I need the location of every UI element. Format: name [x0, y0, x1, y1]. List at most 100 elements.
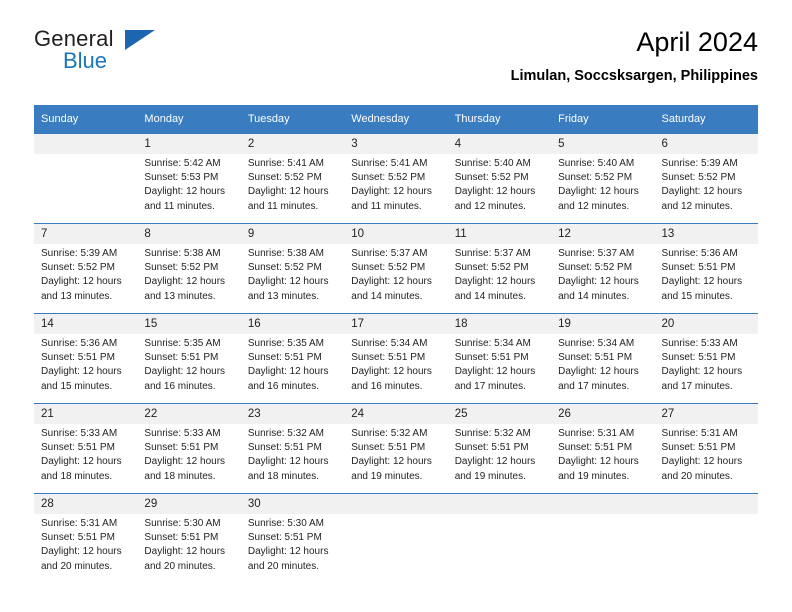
calendar-day-cell[interactable]: 16 Sunrise: 5:35 AM Sunset: 5:51 PM Dayligh… — [240, 313, 345, 404]
daylight-duration-line2: and 15 minutes. — [661, 290, 733, 302]
day-number — [34, 134, 138, 154]
calendar-day-cell[interactable]: 3 Sunrise: 5:41 AM Sunset: 5:52 PM Daylight… — [344, 133, 448, 224]
sunset-time: Sunset: 5:52 PM — [558, 172, 633, 184]
daylight-duration-line2: and 14 minutes. — [558, 290, 630, 302]
calendar-day-cell[interactable]: 19 Sunrise: 5:34 AM Sunset: 5:51 PM Dayligh… — [551, 313, 655, 404]
day-details: Sunrise: 5:36 AM Sunset: 5:51 PM Daylight:… — [34, 334, 137, 394]
day-number: 16 — [240, 314, 345, 334]
calendar-day-cell[interactable]: 5 Sunrise: 5:40 AM Sunset: 5:52 PM Daylight… — [551, 133, 655, 224]
calendar-day-cell[interactable]: 20 Sunrise: 5:33 AM Sunset: 5:51 PM Dayligh… — [654, 313, 758, 404]
calendar-empty-cell — [654, 493, 758, 583]
calendar-day-cell[interactable]: 27 Sunrise: 5:31 AM Sunset: 5:51 PM Dayligh… — [654, 403, 758, 494]
day-details: Sunrise: 5:30 AM Sunset: 5:51 PM Daylight:… — [137, 514, 240, 574]
sunrise-time: Sunrise: 5:32 AM — [454, 428, 531, 439]
daylight-duration-line2: and 13 minutes. — [41, 290, 113, 302]
sunset-time: Sunset: 5:51 PM — [351, 442, 426, 454]
sunrise-time: Sunrise: 5:39 AM — [661, 158, 738, 169]
daylight-duration-line2: and 12 minutes. — [558, 200, 630, 212]
calendar-day-cell[interactable]: 18 Sunrise: 5:34 AM Sunset: 5:51 PM Dayligh… — [447, 313, 552, 404]
calendar-day-cell[interactable]: 24 Sunrise: 5:32 AM Sunset: 5:51 PM Dayligh… — [344, 403, 448, 494]
daylight-duration-line1: Daylight: 12 hours — [144, 546, 226, 558]
daylight-duration-line1: Daylight: 12 hours — [454, 276, 536, 288]
sunset-time: Sunset: 5:51 PM — [454, 442, 529, 454]
day-number: 20 — [654, 314, 758, 334]
weekday-header-thursday: Thursday — [447, 105, 552, 134]
daylight-duration-line2: and 14 minutes. — [454, 290, 526, 302]
calendar-body: 1 Sunrise: 5:42 AM Sunset: 5:53 PM Daylight… — [34, 133, 758, 583]
daylight-duration-line1: Daylight: 12 hours — [144, 456, 226, 468]
calendar-day-cell[interactable]: 15 Sunrise: 5:35 AM Sunset: 5:51 PM Dayligh… — [137, 313, 241, 404]
sunset-time: Sunset: 5:51 PM — [247, 442, 322, 454]
day-details: Sunrise: 5:34 AM Sunset: 5:51 PM Daylight:… — [448, 334, 551, 394]
calendar-day-cell[interactable]: 30 Sunrise: 5:30 AM Sunset: 5:51 PM Dayligh… — [240, 493, 345, 583]
calendar-day-cell[interactable]: 22 Sunrise: 5:33 AM Sunset: 5:51 PM Dayligh… — [137, 403, 241, 494]
daylight-duration-line2: and 17 minutes. — [661, 380, 733, 392]
calendar-day-cell[interactable]: 17 Sunrise: 5:34 AM Sunset: 5:51 PM Dayligh… — [344, 313, 448, 404]
day-number: 17 — [344, 314, 448, 334]
calendar-day-cell[interactable]: 9 Sunrise: 5:38 AM Sunset: 5:52 PM Daylight… — [240, 223, 345, 314]
day-details: Sunrise: 5:38 AM Sunset: 5:52 PM Daylight:… — [137, 244, 240, 304]
daylight-duration-line1: Daylight: 12 hours — [144, 276, 226, 288]
day-number: 15 — [137, 314, 241, 334]
day-details: Sunrise: 5:32 AM Sunset: 5:51 PM Daylight:… — [344, 424, 447, 484]
daylight-duration-line2: and 20 minutes. — [247, 560, 320, 572]
day-number: 27 — [654, 404, 758, 424]
calendar-day-cell[interactable]: 14 Sunrise: 5:36 AM Sunset: 5:51 PM Dayligh… — [34, 313, 138, 404]
calendar-day-cell[interactable]: 11 Sunrise: 5:37 AM Sunset: 5:52 PM Dayligh… — [447, 223, 552, 314]
sunrise-time: Sunrise: 5:38 AM — [144, 248, 221, 259]
calendar-week-row: 14 Sunrise: 5:36 AM Sunset: 5:51 PM Dayligh… — [34, 313, 758, 404]
calendar-day-cell[interactable]: 12 Sunrise: 5:37 AM Sunset: 5:52 PM Dayligh… — [551, 223, 655, 314]
calendar-day-cell[interactable]: 29 Sunrise: 5:30 AM Sunset: 5:51 PM Dayligh… — [137, 493, 241, 583]
daylight-duration-line2: and 12 minutes. — [661, 200, 733, 212]
calendar-day-cell[interactable]: 28 Sunrise: 5:31 AM Sunset: 5:51 PM Dayligh… — [34, 493, 138, 583]
sunrise-time: Sunrise: 5:37 AM — [351, 248, 428, 259]
calendar-day-cell[interactable]: 8 Sunrise: 5:38 AM Sunset: 5:52 PM Daylight… — [137, 223, 241, 314]
day-number: 28 — [34, 494, 138, 514]
daylight-duration-line2: and 11 minutes. — [247, 200, 319, 212]
daylight-duration-line2: and 19 minutes. — [558, 470, 630, 482]
day-details: Sunrise: 5:40 AM Sunset: 5:52 PM Daylight:… — [551, 154, 654, 214]
calendar-day-cell[interactable]: 6 Sunrise: 5:39 AM Sunset: 5:52 PM Daylight… — [654, 133, 758, 224]
calendar-day-cell[interactable]: 4 Sunrise: 5:40 AM Sunset: 5:52 PM Daylight… — [447, 133, 552, 224]
day-number: 23 — [240, 404, 345, 424]
daylight-duration-line1: Daylight: 12 hours — [41, 276, 122, 288]
calendar-day-cell[interactable]: 23 Sunrise: 5:32 AM Sunset: 5:51 PM Dayligh… — [240, 403, 345, 494]
day-details: Sunrise: 5:38 AM Sunset: 5:52 PM Daylight:… — [241, 244, 344, 304]
sunrise-time: Sunrise: 5:36 AM — [661, 248, 738, 259]
day-number — [447, 494, 552, 514]
calendar-day-cell[interactable]: 7 Sunrise: 5:39 AM Sunset: 5:52 PM Daylight… — [34, 223, 138, 314]
calendar-day-cell[interactable]: 1 Sunrise: 5:42 AM Sunset: 5:53 PM Daylight… — [137, 133, 241, 224]
daylight-duration-line1: Daylight: 12 hours — [41, 546, 122, 558]
daylight-duration-line1: Daylight: 12 hours — [41, 456, 122, 468]
daylight-duration-line2: and 17 minutes. — [558, 380, 630, 392]
general-blue-logo[interactable]: General Blue — [34, 26, 164, 82]
sunrise-time: Sunrise: 5:35 AM — [144, 338, 221, 349]
page-subtitle: Limulan, Soccsksargen, Philippines — [510, 68, 758, 84]
day-details: Sunrise: 5:42 AM Sunset: 5:53 PM Daylight:… — [137, 154, 240, 214]
calendar-empty-cell — [447, 493, 552, 583]
calendar-day-cell[interactable]: 21 Sunrise: 5:33 AM Sunset: 5:51 PM Dayligh… — [34, 403, 138, 494]
page-title: April 2024 — [636, 27, 758, 57]
sunset-time: Sunset: 5:51 PM — [144, 532, 219, 544]
sunset-time: Sunset: 5:52 PM — [558, 262, 633, 274]
calendar-day-cell[interactable]: 2 Sunrise: 5:41 AM Sunset: 5:52 PM Daylight… — [240, 133, 345, 224]
calendar-day-cell[interactable]: 13 Sunrise: 5:36 AM Sunset: 5:51 PM Dayligh… — [654, 223, 758, 314]
sunset-time: Sunset: 5:51 PM — [558, 442, 633, 454]
calendar-empty-cell — [34, 133, 138, 224]
daylight-duration-line2: and 13 minutes. — [144, 290, 216, 302]
sunrise-time: Sunrise: 5:31 AM — [661, 428, 738, 439]
calendar-empty-cell — [344, 493, 448, 583]
calendar-day-cell[interactable]: 26 Sunrise: 5:31 AM Sunset: 5:51 PM Dayligh… — [551, 403, 655, 494]
day-details: Sunrise: 5:34 AM Sunset: 5:51 PM Daylight:… — [344, 334, 447, 394]
calendar-day-cell[interactable]: 10 Sunrise: 5:37 AM Sunset: 5:52 PM Dayligh… — [344, 223, 448, 314]
day-number: 21 — [34, 404, 138, 424]
weekday-header-sunday: Sunday — [34, 105, 138, 134]
daylight-duration-line1: Daylight: 12 hours — [454, 456, 536, 468]
daylight-duration-line2: and 12 minutes. — [454, 200, 526, 212]
calendar-day-cell[interactable]: 25 Sunrise: 5:32 AM Sunset: 5:51 PM Dayligh… — [447, 403, 552, 494]
sunrise-time: Sunrise: 5:38 AM — [247, 248, 324, 259]
daylight-duration-line1: Daylight: 12 hours — [454, 186, 536, 198]
day-number — [654, 494, 758, 514]
sunrise-time: Sunrise: 5:35 AM — [247, 338, 324, 349]
day-number — [344, 494, 448, 514]
